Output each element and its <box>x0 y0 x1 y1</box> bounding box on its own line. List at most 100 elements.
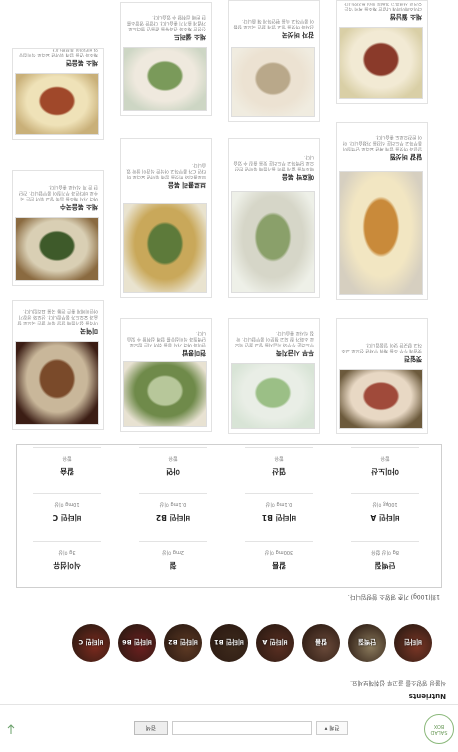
recipe-title[interactable]: 깻잎전 <box>404 355 422 365</box>
nutrient-name: 식이섬유 <box>53 561 81 570</box>
recipe-photo[interactable] <box>231 191 315 293</box>
divider <box>139 447 207 448</box>
nutrient-cell[interactable]: 비타민 A 100㎍ 이상 <box>335 491 435 535</box>
divider <box>33 447 101 448</box>
nutrient-name: 비타민 B1 <box>261 513 297 522</box>
nutrient-cell[interactable]: 칼륨 300mg 이상 <box>229 539 329 583</box>
recipe-card[interactable]: 채소 볶음국수 여러 가지 채소를 듬뿍 넣고 볶아 만든 국수로 비타민과 무기… <box>12 170 104 286</box>
nutrient-cell[interactable]: 단백질 8g 이상 함유 <box>335 539 435 583</box>
top-header: SALAD BOX 전체 ▾ 검색 <box>0 704 458 752</box>
recipe-description: 달걀과 버섯을 함께 쪄낸 요리로 단백질이 풍부하고 부드러운 식감을 가졌습… <box>342 133 422 151</box>
nutrient-name: 엽산 <box>272 467 286 476</box>
recipe-title[interactable]: 미역국 <box>80 327 98 337</box>
nutrient-cell[interactable]: 식이섬유 3g 이상 <box>17 539 117 583</box>
nutrient-cell[interactable]: 비타민 C 10mg 이상 <box>17 491 117 535</box>
category-item[interactable]: 비타민 <box>394 624 432 662</box>
recipe-card[interactable]: 채소 샐러드 신선한 채소와 견과류를 곁들인 샐러드로 가볍게 즐기기 좋습니다… <box>120 2 212 116</box>
recipe-card[interactable]: 두부 시금치죽 부드러운 두부와 시금치를 넣고 끓인 죽으로 소화가 잘 되고 … <box>228 318 320 434</box>
nutrient-name: 비타민 C <box>52 513 82 522</box>
nutrient-cell[interactable]: 아연 함유 <box>123 445 223 489</box>
nutrient-cell[interactable]: 철 2mg 이상 <box>123 539 223 583</box>
recipe-title[interactable]: 채소 볶음국수 <box>60 203 98 213</box>
nutrient-value: 8g 이상 함유 <box>371 549 399 555</box>
recipe-title[interactable]: 브로콜리 볶음 <box>168 181 206 191</box>
recipe-photo[interactable] <box>339 171 423 295</box>
category-item[interactable]: 비타민 B2 <box>164 624 202 662</box>
search-select-value: 전체 <box>329 724 340 730</box>
divider <box>139 493 207 494</box>
recipe-title[interactable]: 채소 볶음면 <box>66 59 98 69</box>
section-title: Nutrients <box>408 692 446 700</box>
category-label: 비타민 B1 <box>214 638 244 646</box>
category-item[interactable]: 비타민 C <box>72 624 110 662</box>
recipe-photo[interactable] <box>15 217 99 281</box>
recipe-title[interactable]: 채소 샐러드 <box>174 33 206 43</box>
recipe-photo[interactable] <box>231 47 315 117</box>
recipe-photo[interactable] <box>123 361 207 427</box>
recipe-description: 라이스페이퍼에 다양한 채소를 싸서 먹는 요리로 상큼하고 가벼운 맛이 특징… <box>343 3 422 11</box>
logo-line-1: SALAD <box>430 729 448 735</box>
category-item[interactable]: 비타민 A <box>256 624 294 662</box>
divider <box>139 541 207 542</box>
recipe-photo[interactable] <box>15 73 99 135</box>
recipe-title[interactable]: 달걀 버섯찜 <box>390 153 422 163</box>
logo-line-2: BOX <box>433 723 445 729</box>
search-category-select[interactable]: 전체 ▾ <box>316 721 348 735</box>
category-item[interactable]: 비타민 B6 <box>118 624 156 662</box>
divider <box>33 541 101 542</box>
nutrient-name: 아연 <box>166 467 180 476</box>
recipe-description: 현미와 여러 가지 콩을 섞어 지은 밥으로 단백질과 식이섬유를 함께 섭취할… <box>126 329 206 347</box>
recipe-title[interactable]: 애호박 볶음 <box>282 173 314 183</box>
nutrient-name: 비타민 A <box>370 513 400 522</box>
nutrient-value: 함유 <box>274 455 284 461</box>
nutrient-table: 단백질 8g 이상 함유 칼륨 300mg 이상 철 2mg 이상식이섬유 3g 이상 비타민… <box>16 444 442 588</box>
nutrient-cell[interactable]: 엽산 함유 <box>229 445 329 489</box>
recipe-photo[interactable] <box>123 203 207 293</box>
nutrient-cell[interactable]: 칼슘 함유 <box>17 445 117 489</box>
recipe-title[interactable]: 두부 시금치죽 <box>276 349 314 359</box>
category-item[interactable]: 비타민 B1 <box>210 624 248 662</box>
recipe-description: 깻잎에 두부 소를 채워 부쳐낸 전으로 고소하고 향긋한 맛이 일품입니다. <box>341 341 422 353</box>
divider <box>245 493 313 494</box>
recipe-card[interactable]: 달걀 버섯찜 달걀과 버섯을 함께 쪄낸 요리로 단백질이 풍부하고 부드러운 식… <box>336 122 428 300</box>
nutrient-value: 함유 <box>380 455 390 461</box>
search-button[interactable]: 검색 <box>134 721 168 735</box>
recipe-photo[interactable] <box>339 27 423 99</box>
recipe-card[interactable]: 브로콜리 볶음 브로콜리와 버섯을 함께 볶아낸 요리로 비타민 C가 풍부하고 … <box>120 138 212 298</box>
site-logo[interactable]: SALAD BOX <box>424 714 454 744</box>
recipe-card[interactable]: 감자 버섯국 감자와 버섯을 넣고 맑게 끓인 국으로 칼륨이 풍부하고 속을 편… <box>228 0 320 122</box>
recipe-photo[interactable] <box>15 341 99 425</box>
recipe-card[interactable]: 채소 월남쌈 라이스페이퍼에 다양한 채소를 싸서 먹는 요리로 상큼하고 가벼운… <box>336 0 428 104</box>
recipe-card[interactable]: 미역국 미역을 참기름에 달달 볶아 끓인 국으로 칼슘과 요오드가 풍부합니다.… <box>12 300 104 430</box>
recipe-photo[interactable] <box>231 363 315 429</box>
recipe-title[interactable]: 현미콩밥 <box>182 349 206 359</box>
nutrient-note: 1회(100g) 기준 영양소 함량입니다. <box>347 593 440 600</box>
chevron-down-icon: ▾ <box>324 725 328 731</box>
recipe-description: 여러 가지 채소를 듬뿍 넣고 볶아 만든 국수로 비타민과 무기질이 풍부합니… <box>18 183 98 201</box>
nutrient-name: 아미노산 <box>371 467 399 476</box>
recipe-title[interactable]: 감자 버섯국 <box>282 31 314 41</box>
category-item[interactable]: 단백질 <box>348 624 386 662</box>
nutrient-cell[interactable]: 비타민 B2 0.1mg 이상 <box>123 491 223 535</box>
recipe-card[interactable]: 애호박 볶음 애호박을 얇게 썰어 들기름에 볶아낸 반찬으로 담백하고 부드러운… <box>228 138 320 298</box>
category-list: 비타민 단백질 칼륨 비타민 A 비타민 B1 비타민 B2 비타민 B6 비타민 C <box>0 622 458 662</box>
nutrient-value: 100㎍ 이상 <box>372 501 398 507</box>
recipe-card[interactable]: 깻잎전 깻잎에 두부 소를 채워 부쳐낸 전으로 고소하고 향긋한 맛이 일품입니… <box>336 318 428 434</box>
recipe-photo[interactable] <box>123 47 207 111</box>
nutrient-name: 철 <box>169 561 177 570</box>
recipe-title[interactable]: 채소 월남쌈 <box>390 13 422 23</box>
recipe-card[interactable]: 채소 볶음면 채소와 면을 함께 볶아낸 요리로 식이섬유와 비타민이 풍부합니다… <box>12 48 104 140</box>
category-label: 비타민 B2 <box>168 638 198 646</box>
nutrient-cell[interactable]: 비타민 B1 0.1mg 이상 <box>229 491 329 535</box>
scroll-down-arrow-icon[interactable] <box>6 723 16 735</box>
recipe-card[interactable]: 현미콩밥 현미와 여러 가지 콩을 섞어 지은 밥으로 단백질과 식이섬유를 함께… <box>120 318 212 432</box>
nutrient-name: 칼륨 <box>272 561 286 570</box>
category-item[interactable]: 칼륨 <box>302 624 340 662</box>
search-input[interactable] <box>172 721 312 735</box>
recipe-description: 부드러운 두부와 시금치를 넣고 끓인 죽으로 소화가 잘 되고 철분이 풍부합… <box>234 329 314 347</box>
nutrient-cell[interactable]: 아미노산 함유 <box>335 445 435 489</box>
divider <box>245 447 313 448</box>
recipe-photo[interactable] <box>339 369 423 429</box>
page: SALAD BOX 전체 ▾ 검색 Nutrients 식물성 영양소를 골고루… <box>0 0 458 752</box>
nutrient-value: 3g 이상 <box>58 549 76 555</box>
